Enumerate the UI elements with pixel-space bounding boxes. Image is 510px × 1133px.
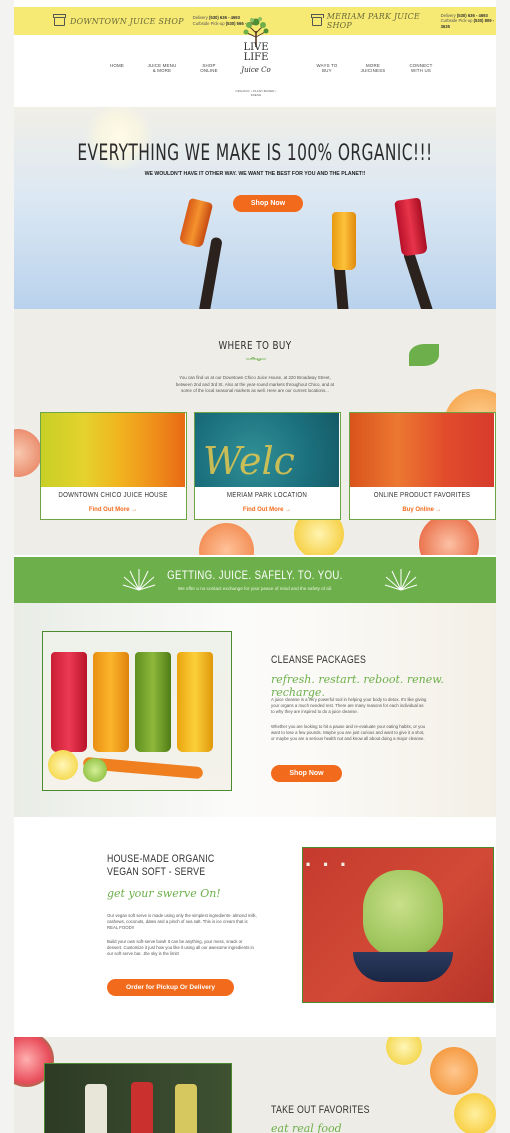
- where-to-buy-section: WHERE TO BUY You can find us at our Down…: [14, 309, 496, 555]
- card-title: DOWNTOWN CHICO JUICE HOUSE: [58, 490, 168, 499]
- arrow-right-icon: →: [285, 507, 292, 513]
- yellow-bottle: [177, 652, 213, 752]
- hero-title: EVERYTHING WE MAKE IS 100% ORGANIC!!!: [77, 141, 433, 166]
- lime-slice-image: [83, 758, 107, 782]
- sign-graphic: · · ·: [305, 852, 350, 877]
- soft-serve-photo: · · ·: [302, 847, 494, 1003]
- card-title: MERIAM PARK LOCATION: [226, 490, 308, 499]
- downtown-shop-info[interactable]: DOWNTOWN JUICE SHOP Delivery (530) 636 -…: [53, 7, 257, 35]
- arrow-right-icon: →: [435, 507, 442, 513]
- downtown-card-image: [41, 413, 185, 487]
- meriam-shop-info[interactable]: MERIAM PARK JUICE SHOP Delivery (530) 63…: [311, 7, 496, 35]
- storefront-icon: [311, 13, 324, 26]
- meriam-card-image: Welc: [195, 413, 339, 487]
- nav-shop-online[interactable]: SHOP ONLINE: [194, 63, 224, 73]
- soft-serve-tagline: get your swerve On!: [107, 887, 221, 900]
- take-out-tagline: eat real food: [271, 1122, 342, 1133]
- nav-more-juiciness[interactable]: MORE JUICINESS: [358, 63, 388, 73]
- cleanse-paragraph-2: Whether you are looking to hit a pause a…: [271, 724, 426, 741]
- cleanse-shop-now-button[interactable]: Shop Now: [271, 765, 342, 782]
- hero-subtitle: WE WOULDN'T HAVE IT OTHER WAY. WE WANT T…: [144, 171, 366, 177]
- arm-image: [402, 249, 437, 309]
- bottle-image: [131, 1082, 153, 1133]
- cleanse-tagline: refresh. restart. reboot. renew. recharg…: [271, 673, 444, 699]
- safety-text: We offer a no-contact exchange for your …: [177, 586, 333, 591]
- sprig-divider-icon: [246, 357, 266, 361]
- where-to-buy-text: You can find us at our Downtown Chico Ju…: [175, 375, 335, 394]
- take-out-title: TAKE OUT FAVORITES: [271, 1104, 370, 1116]
- meriam-shop-phones: Delivery (530) 636 - 4693 Curbside Pick-…: [440, 12, 495, 29]
- nav-home[interactable]: HOME: [102, 63, 132, 68]
- location-card-online[interactable]: ONLINE PRODUCT FAVORITES Buy Online →: [349, 412, 496, 520]
- nav-ways-to-buy[interactable]: WAYS TO BUY: [312, 63, 342, 73]
- arm-image: [196, 236, 223, 309]
- lemon-slice-image: [454, 1093, 496, 1133]
- bottle-image: [175, 1084, 197, 1133]
- lemon-slice-image: [48, 750, 78, 780]
- orange-bottle: [178, 197, 214, 249]
- card-title: ONLINE PRODUCT FAVORITES: [373, 490, 471, 499]
- nav-juice-menu[interactable]: JUICE MENU & MORE: [147, 63, 177, 73]
- orange-slice-image: [199, 523, 254, 555]
- cleanse-photo: [42, 631, 232, 791]
- hero-banner: EVERYTHING WE MAKE IS 100% ORGANIC!!! WE…: [14, 107, 496, 309]
- logo-line2: Juice Co: [241, 66, 271, 74]
- meriam-shop-name: MERIAM PARK JUICE SHOP: [326, 12, 420, 30]
- yellow-bottle: [332, 212, 356, 270]
- blood-orange-image: [14, 429, 42, 477]
- find-out-more-link[interactable]: Find Out More →: [195, 507, 339, 513]
- location-card-downtown[interactable]: DOWNTOWN CHICO JUICE HOUSE Find Out More…: [40, 412, 187, 520]
- storefront-icon: [53, 13, 66, 26]
- page: DOWNTOWN JUICE SHOP Delivery (530) 636 -…: [14, 0, 496, 1133]
- header: HOME JUICE MENU & MORE SHOP ONLINE LIVE …: [14, 17, 496, 105]
- soft-serve-section: HOUSE-MADE ORGANIC VEGAN SOFT - SERVE get…: [14, 817, 496, 1031]
- where-to-buy-title: WHERE TO BUY: [218, 339, 292, 352]
- order-pickup-delivery-button[interactable]: Order for Pickup Or Delivery: [107, 979, 234, 996]
- soft-serve-paragraph-1: Our vegan soft serve is made using only …: [107, 913, 257, 930]
- buy-online-link[interactable]: Buy Online →: [350, 507, 494, 513]
- red-bottle: [51, 652, 87, 752]
- safety-banner: GETTING. JUICE. SAFELY. TO. YOU. We offe…: [14, 557, 496, 603]
- live-life-logo[interactable]: LIVE LIFE Juice Co ORGANIC • PLANT-BASED…: [235, 17, 276, 99]
- orange-slice-image: [430, 1047, 478, 1095]
- take-out-photo: [44, 1063, 232, 1133]
- soft-serve-image: [363, 870, 443, 956]
- orange-bottle: [93, 652, 129, 752]
- nav-connect[interactable]: CONNECT WITH US: [406, 63, 436, 73]
- arrow-right-icon: →: [131, 507, 138, 513]
- soft-serve-paragraph-2: Build your own soft-serve bowl! It can b…: [107, 939, 254, 956]
- green-bottle: [135, 652, 171, 752]
- welcome-mat-graphic: Welc: [203, 439, 295, 483]
- logo-tagline: ORGANIC • PLANT-BASED • FRESH: [235, 89, 277, 97]
- downtown-shop-name: DOWNTOWN JUICE SHOP: [70, 16, 184, 26]
- grapefruit-slice-image: [419, 514, 479, 555]
- bowl-image: [353, 952, 453, 982]
- location-card-meriam[interactable]: Welc MERIAM PARK LOCATION Find Out More …: [194, 412, 341, 520]
- find-out-more-link[interactable]: Find Out More →: [41, 507, 185, 513]
- cleanse-section: CLEANSE PACKAGES refresh. restart. reboo…: [14, 603, 496, 817]
- online-card-image: [350, 413, 494, 487]
- soft-serve-title: HOUSE-MADE ORGANIC VEGAN SOFT - SERVE: [107, 853, 215, 878]
- cleanse-title: CLEANSE PACKAGES: [271, 654, 367, 666]
- agave-icon: [384, 569, 418, 591]
- lemon-slice-image: [386, 1037, 422, 1065]
- cleanse-paragraph-1: A juice cleanse is a very powerful tool …: [271, 697, 427, 714]
- bottle-image: [85, 1084, 107, 1133]
- take-out-section: TAKE OUT FAVORITES eat real food: [14, 1037, 496, 1133]
- hero-shop-now-button[interactable]: Shop Now: [233, 195, 303, 212]
- red-bottle: [394, 197, 428, 257]
- logo-line1: LIVE LIFE: [243, 42, 269, 63]
